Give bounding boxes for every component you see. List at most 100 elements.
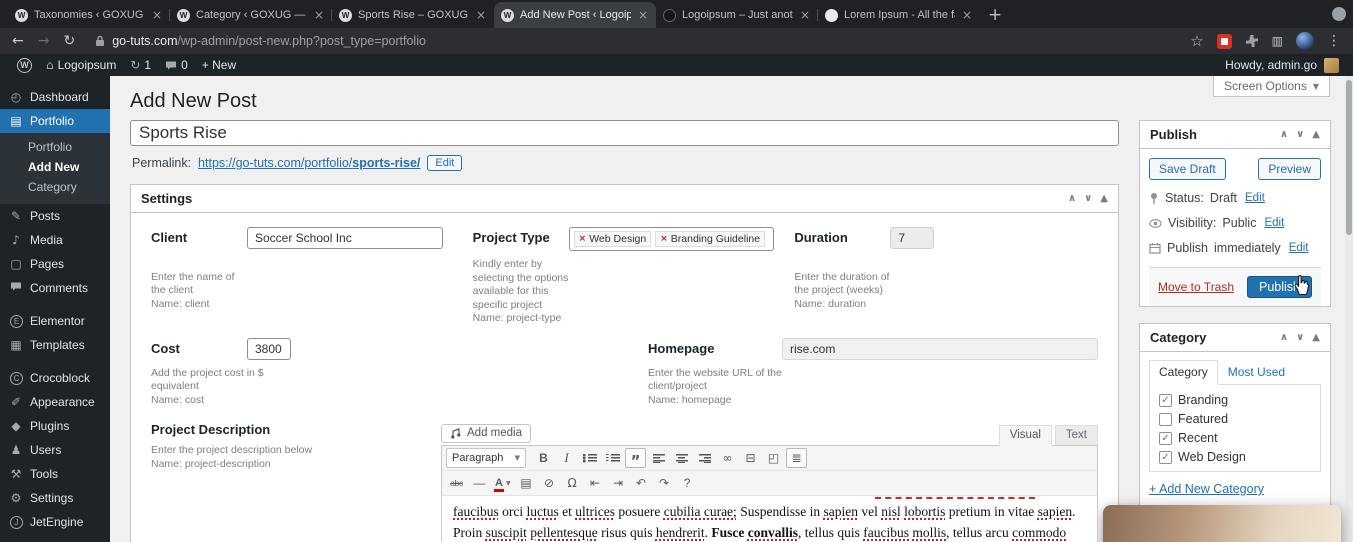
post-title-input[interactable] [130,120,1119,146]
bold-button[interactable]: B [533,448,554,468]
move-up-icon[interactable]: ∧ [1280,332,1288,343]
align-right-button[interactable] [694,448,715,468]
address-bar[interactable]: go-tuts.com/wp-admin/post-new.php?post_t… [95,34,426,48]
browser-tab[interactable]: W Taxonomies ‹ GOXUG — Word... × [8,2,170,28]
edit-schedule-link[interactable]: Edit [1289,242,1309,254]
sidebar-item-comments[interactable]: Comments [0,276,110,300]
admin-bar-account[interactable]: Howdy, admin.go [1225,57,1343,73]
strikethrough-button[interactable]: abc [446,473,467,493]
text-color-button[interactable]: A ▼ [492,473,514,493]
horizontal-rule-button[interactable]: — [469,473,490,493]
sidebar-item-plugins[interactable]: ◆ Plugins [0,414,110,438]
new-content-menu[interactable]: + New [195,54,243,76]
toggle-panel-icon[interactable]: ▲ [1312,129,1320,140]
close-icon[interactable]: × [151,8,163,22]
extension-badge-icon[interactable] [1216,33,1232,49]
sidebar-item-dashboard[interactable]: ◴ Dashboard [0,85,110,109]
add-new-category-link[interactable]: + Add New Category [1149,482,1264,496]
page-scrollbar[interactable] [1345,76,1353,542]
sidebar-item-crocoblock[interactable]: C Crocoblock [0,366,110,390]
help-button[interactable]: ? [677,473,698,493]
sidebar-item-templates[interactable]: ▦ Templates [0,333,110,357]
close-icon[interactable]: × [313,8,325,22]
sidebar-item-settings[interactable]: ⚙ Settings [0,486,110,510]
forward-button[interactable]: → [38,33,50,49]
sidebar-item-posts[interactable]: ✎ Posts [0,204,110,228]
move-to-trash-link[interactable]: Move to Trash [1158,280,1234,294]
preview-button[interactable]: Preview [1258,158,1321,180]
category-metabox-header[interactable]: Category ∧ ∨ ▲ [1140,324,1330,352]
extensions-puzzle-icon[interactable] [1245,34,1259,48]
toggle-panel-icon[interactable]: ▲ [1100,193,1108,204]
clear-formatting-button[interactable]: ⊘ [539,473,560,493]
picture-in-picture-overlay[interactable] [1103,505,1341,542]
close-icon[interactable]: × [961,8,973,22]
browser-profile-avatar[interactable] [1296,32,1314,50]
settings-metabox-header[interactable]: Settings ∧ ∨ ▲ [131,185,1118,213]
italic-button[interactable]: I [556,448,577,468]
sidebar-item-pages[interactable]: ▢ Pages [0,252,110,276]
toggle-panel-icon[interactable]: ▲ [1312,332,1320,343]
move-down-icon[interactable]: ∨ [1296,129,1304,140]
site-name-menu[interactable]: ⌂ Logoipsum [39,54,123,76]
project-type-input[interactable]: × Web Design × Branding Guideline [568,227,774,251]
updates-menu[interactable]: ↻ 1 [123,54,158,76]
checkbox[interactable]: ✓ [1159,393,1172,407]
scrollbar-thumb[interactable] [1346,80,1352,235]
new-tab-button[interactable]: + [988,5,1002,25]
save-draft-button[interactable]: Save Draft [1149,158,1226,180]
screen-options-button[interactable]: Screen Options ▼ [1213,76,1330,97]
move-up-icon[interactable]: ∧ [1280,129,1288,140]
move-up-icon[interactable]: ∧ [1068,193,1076,204]
align-left-button[interactable] [648,448,669,468]
browser-tab[interactable]: Lorem Ipsum - All the facts - L... × [818,2,980,28]
submenu-item-category[interactable]: Category [0,177,110,197]
permalink-link[interactable]: https://go-tuts.com/portfolio/sports-ris… [198,156,420,170]
distraction-free-button[interactable]: ◰ [763,448,784,468]
close-icon[interactable]: × [799,8,811,22]
reload-button[interactable]: ↻ [63,33,75,49]
reading-list-icon[interactable]: ▥ [1272,34,1283,48]
checkbox[interactable]: ✓ [1159,431,1172,445]
tab-most-used[interactable]: Most Used [1218,360,1295,385]
sidebar-item-jetengine[interactable]: J JetEngine [0,510,110,534]
category-term[interactable]: ✓ Recent [1159,431,1311,445]
tab-text[interactable]: Text [1054,425,1098,446]
checkbox[interactable]: ✓ [1159,412,1172,426]
close-icon[interactable]: × [637,8,649,22]
wp-logo-menu[interactable]: W [10,54,39,76]
close-icon[interactable]: × [475,8,487,22]
edit-permalink-button[interactable]: Edit [427,155,463,171]
homepage-input[interactable] [782,337,1098,360]
browser-profile-circle-icon[interactable] [1332,7,1346,21]
tab-visual[interactable]: Visual [998,425,1052,446]
publish-button[interactable]: Publish [1247,276,1312,298]
cost-input[interactable] [247,337,291,360]
move-down-icon[interactable]: ∨ [1296,332,1304,343]
blockquote-button[interactable]: ” [625,448,646,469]
add-media-button[interactable]: Add media [441,424,531,443]
tab-all-categories[interactable]: Category [1149,360,1218,385]
link-button[interactable]: ∞ [717,448,738,468]
browser-tab[interactable]: W Category ‹ GOXUG — WordPr... × [170,2,332,28]
toolbar-toggle-button[interactable]: ≣ [786,448,807,468]
undo-button[interactable]: ↶ [631,473,652,493]
paste-as-text-button[interactable]: ▤ [516,473,537,493]
indent-button[interactable]: ⇥ [608,473,629,493]
sidebar-item-portfolio[interactable]: ▤ Portfolio [0,109,110,133]
remove-tag-icon[interactable]: × [579,234,587,244]
outdent-button[interactable]: ⇤ [585,473,606,493]
bullet-list-button[interactable] [579,448,600,468]
bookmark-star-icon[interactable]: ☆ [1190,32,1203,50]
comments-menu[interactable]: 0 [158,54,195,76]
paragraph-format-select[interactable]: Paragraph ▼ [446,448,526,468]
browser-tab-active[interactable]: W Add New Post ‹ Logoipsum — × [494,2,656,28]
edit-visibility-link[interactable]: Edit [1264,217,1284,229]
remove-tag-icon[interactable]: × [660,234,668,244]
numbered-list-button[interactable] [602,448,623,468]
sidebar-item-media[interactable]: ♪ Media [0,228,110,252]
move-down-icon[interactable]: ∨ [1084,193,1092,204]
browser-tab[interactable]: W Sports Rise – GOXUG × [332,2,494,28]
duration-input[interactable] [890,227,935,249]
category-term[interactable]: ✓ Branding [1159,393,1311,407]
